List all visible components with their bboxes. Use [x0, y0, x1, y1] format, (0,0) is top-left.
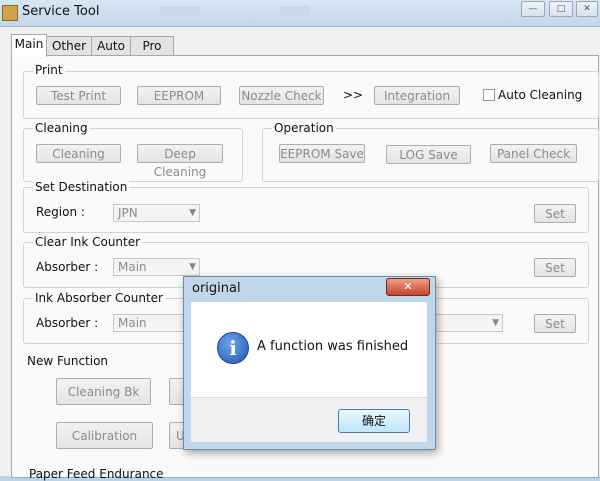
calibration-button[interactable]: Calibration: [56, 422, 153, 449]
blurred-title-text-2: [280, 6, 310, 16]
message-dialog: original ✕ i A function was finished 确定: [183, 276, 436, 450]
ok-button[interactable]: 确定: [338, 409, 410, 433]
auto-cleaning-label: Auto Cleaning: [498, 88, 583, 102]
maximize-icon[interactable]: □: [549, 1, 573, 17]
new-function-label: New Function: [27, 354, 109, 368]
service-tool-window: Service Tool — □ ✕ Other Auto Pro Print …: [0, 0, 600, 481]
window-title: Service Tool: [22, 4, 100, 19]
print-group-label: Print: [33, 63, 65, 77]
integration-button[interactable]: Integration: [374, 86, 460, 105]
eeprom-button[interactable]: EEPROM: [137, 86, 221, 105]
dialog-message: A function was finished: [257, 339, 409, 354]
ink-absorber-value: Main: [118, 316, 147, 330]
clear-absorber-select[interactable]: Main ▼: [113, 258, 200, 276]
ink-absorber-counter-label: Ink Absorber Counter: [33, 291, 165, 305]
cleaning-group-label: Cleaning: [33, 121, 90, 135]
dialog-footer: 确定: [191, 397, 427, 442]
dialog-body: i A function was finished 确定: [191, 302, 427, 442]
ink-absorber-set-button[interactable]: Set: [534, 314, 576, 333]
cleaning-bk-button[interactable]: Cleaning Bk: [56, 378, 151, 405]
clear-absorber-value: Main: [118, 260, 147, 274]
tab-pro[interactable]: Pro: [130, 36, 174, 56]
region-value: JPN: [118, 206, 138, 220]
blurred-title-text: [160, 6, 200, 16]
tab-other[interactable]: Other: [46, 36, 92, 56]
app-icon: [2, 5, 18, 21]
region-select[interactable]: JPN ▼: [113, 204, 200, 222]
eeprom-save-button[interactable]: EEPROM Save: [279, 144, 365, 163]
arrow-label: >>: [343, 88, 364, 102]
title-bar: Service Tool — □ ✕: [0, 0, 600, 27]
panel-check-button[interactable]: Panel Check: [490, 144, 577, 163]
operation-group-label: Operation: [272, 121, 336, 135]
test-print-button[interactable]: Test Print: [36, 86, 121, 105]
set-destination-label: Set Destination: [33, 180, 130, 194]
minimize-icon[interactable]: —: [521, 1, 545, 17]
chevron-down-icon: ▼: [492, 318, 499, 328]
ink-absorber-label: Absorber :: [36, 316, 99, 330]
clear-ink-counter-label: Clear Ink Counter: [33, 235, 143, 249]
dialog-title: original: [192, 281, 241, 296]
tab-auto[interactable]: Auto: [91, 36, 131, 56]
dialog-close-icon[interactable]: ✕: [386, 278, 430, 296]
deep-cleaning-button[interactable]: Deep Cleaning: [137, 144, 223, 179]
log-save-button[interactable]: LOG Save: [386, 145, 471, 164]
region-label: Region :: [36, 205, 85, 219]
set-destination-set-button[interactable]: Set: [534, 204, 576, 223]
info-icon: i: [217, 332, 249, 364]
nozzle-check-button[interactable]: Nozzle Check: [239, 86, 324, 105]
cleaning-button[interactable]: Cleaning: [36, 144, 121, 163]
paper-feed-endurance-label: Paper Feed Endurance: [29, 467, 164, 481]
chevron-down-icon: ▼: [189, 208, 196, 218]
close-icon[interactable]: ✕: [576, 1, 598, 17]
tab-main[interactable]: Main: [11, 34, 47, 57]
chevron-down-icon: ▼: [189, 262, 196, 272]
auto-cleaning-checkbox[interactable]: [483, 89, 495, 101]
clear-ink-set-button[interactable]: Set: [534, 258, 576, 277]
clear-absorber-label: Absorber :: [36, 260, 99, 274]
